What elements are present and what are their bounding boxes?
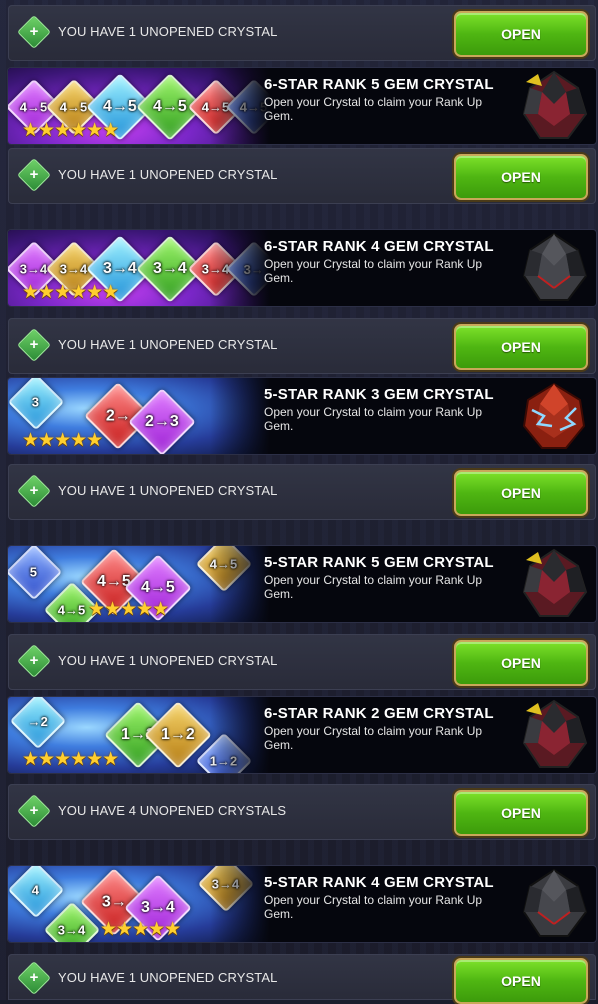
status-bar-top: + YOU HAVE 1 UNOPENED CRYSTAL OPEN <box>8 5 596 61</box>
crystal-description: Open your Crystal to claim your Rank Up … <box>264 257 483 285</box>
dark-crystal-red-icon <box>522 699 588 768</box>
crystal-description: Open your Crystal to claim your Rank Up … <box>264 95 483 123</box>
crystal-banner-6star-rank4: 3→4 3→4 3→4 3→4 3→4 3→ ★★★★★★ 6-STAR RAN… <box>8 230 596 306</box>
crystal-title: 5-STAR RANK 3 GEM CRYSTAL <box>264 386 494 403</box>
crystal-title: 6-STAR RANK 2 GEM CRYSTAL <box>264 705 494 722</box>
gem-icon: 4 <box>8 866 65 919</box>
red-crystal-lightning-icon <box>522 382 586 449</box>
crystal-description: Open your Crystal to claim your Rank Up … <box>264 573 483 601</box>
crystal-title: 5-STAR RANK 5 GEM CRYSTAL <box>264 554 494 571</box>
unopened-message: YOU HAVE 1 UNOPENED CRYSTAL <box>58 24 278 39</box>
gem-art: 3 2→ 2→3 ★★★★★ <box>8 378 270 454</box>
gem-icon: 4→5 <box>195 546 253 593</box>
crystal-title: 5-STAR RANK 4 GEM CRYSTAL <box>264 874 494 891</box>
gem-icon: 3 <box>8 378 65 431</box>
gem-icon: 2→3 <box>128 388 196 454</box>
open-button[interactable]: OPEN <box>454 11 588 57</box>
crystal-banner-5star-rank5: 5 4→5 4→5 4→5 4→5 ★★★★★ 5-STAR RANK 5 GE… <box>8 546 596 622</box>
gem-art: 4 3→ 3→4 3→4 3→4 ★★★★★ <box>8 866 270 942</box>
dark-crystal-grey-icon <box>522 232 588 301</box>
crystal-banner-6star-rank2: →2 1→2 1→2 1→2 ★★★★★★ 6-STAR RANK 2 GEM … <box>8 697 596 773</box>
dark-crystal-grey-icon <box>522 868 588 937</box>
crystal-plus-icon: + <box>17 644 51 678</box>
unopened-message: YOU HAVE 1 UNOPENED CRYSTAL <box>58 337 278 352</box>
unopened-message: YOU HAVE 1 UNOPENED CRYSTAL <box>58 653 278 668</box>
crystal-plus-icon: + <box>17 328 51 362</box>
dark-crystal-red-icon <box>522 70 588 139</box>
status-bar: + YOU HAVE 1 UNOPENED CRYSTAL OPEN <box>8 148 596 204</box>
crystal-banner-6star-rank5: 4→5 4→5 4→5 4→5 4→5 4→5 ★★★★★★ 6-STAR RA… <box>8 68 596 144</box>
dark-crystal-red-icon <box>522 548 588 617</box>
crystal-plus-icon: + <box>17 474 51 508</box>
star-rating: ★★★★★ <box>22 430 103 451</box>
crystal-description: Open your Crystal to claim your Rank Up … <box>264 893 483 921</box>
status-bar: + YOU HAVE 4 UNOPENED CRYSTALS OPEN <box>8 784 596 840</box>
unopened-message: YOU HAVE 4 UNOPENED CRYSTALS <box>58 803 287 818</box>
crystal-banner-5star-rank4: 4 3→ 3→4 3→4 3→4 ★★★★★ 5-STAR RANK 4 GEM… <box>8 866 596 942</box>
star-rating: ★★★★★ <box>100 919 181 940</box>
gem-art: 5 4→5 4→5 4→5 4→5 ★★★★★ <box>8 546 270 622</box>
unopened-message: YOU HAVE 1 UNOPENED CRYSTAL <box>58 970 278 985</box>
crystal-title: 6-STAR RANK 5 GEM CRYSTAL <box>264 76 494 93</box>
crystal-description: Open your Crystal to claim your Rank Up … <box>264 405 483 433</box>
star-rating: ★★★★★★ <box>22 749 119 770</box>
unopened-message: YOU HAVE 1 UNOPENED CRYSTAL <box>58 483 278 498</box>
gem-art: 4→5 4→5 4→5 4→5 4→5 4→5 ★★★★★★ <box>8 68 270 144</box>
open-button[interactable]: OPEN <box>454 154 588 200</box>
status-bar: + YOU HAVE 1 UNOPENED CRYSTAL OPEN <box>8 954 596 1004</box>
open-button[interactable]: OPEN <box>454 470 588 516</box>
crystal-plus-icon: + <box>17 15 51 49</box>
status-bar: + YOU HAVE 1 UNOPENED CRYSTAL OPEN <box>8 464 596 520</box>
gem-art: →2 1→2 1→2 1→2 ★★★★★★ <box>8 697 270 773</box>
crystal-banner-5star-rank3: 3 2→ 2→3 ★★★★★ 5-STAR RANK 3 GEM CRYSTAL… <box>8 378 596 454</box>
star-rating: ★★★★★★ <box>22 282 119 303</box>
open-button[interactable]: OPEN <box>454 324 588 370</box>
star-rating: ★★★★★ <box>88 599 169 620</box>
open-button[interactable]: OPEN <box>454 790 588 836</box>
gem-icon: →2 <box>9 697 67 750</box>
status-bar: + YOU HAVE 1 UNOPENED CRYSTAL OPEN <box>8 318 596 374</box>
crystal-title: 6-STAR RANK 4 GEM CRYSTAL <box>264 238 494 255</box>
open-button[interactable]: OPEN <box>454 640 588 686</box>
gem-icon: 4→5 <box>187 78 245 136</box>
gem-art: 3→4 3→4 3→4 3→4 3→4 3→ ★★★★★★ <box>8 230 270 306</box>
star-rating: ★★★★★★ <box>22 120 119 141</box>
gem-icon: 3→4 <box>187 240 245 298</box>
unopened-message: YOU HAVE 1 UNOPENED CRYSTAL <box>58 167 278 182</box>
crystal-plus-icon: + <box>17 794 51 828</box>
crystal-plus-icon: + <box>17 961 51 995</box>
crystal-plus-icon: + <box>17 158 51 192</box>
gem-icon: 5 <box>8 546 63 601</box>
open-button[interactable]: OPEN <box>454 958 588 1004</box>
gem-icon: 3→4 <box>197 866 255 913</box>
crystal-description: Open your Crystal to claim your Rank Up … <box>264 724 483 752</box>
status-bar: + YOU HAVE 1 UNOPENED CRYSTAL OPEN <box>8 634 596 690</box>
